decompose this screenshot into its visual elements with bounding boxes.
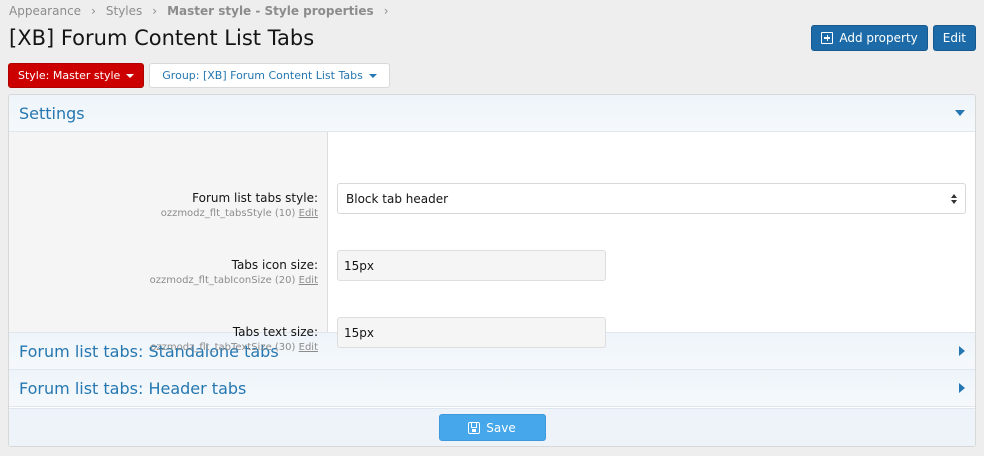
labels-column: Forum list tabs style: ozzmodz_flt_tabsS…: [9, 132, 328, 353]
hint-text: ozzmodz_flt_tabIconSize (20): [149, 275, 296, 286]
section-settings-title: Settings: [19, 103, 85, 123]
chevron-right-icon: ›: [383, 4, 389, 18]
row-label-text-size: Tabs text size: ozzmodz_flt_tabTextSize …: [150, 325, 318, 353]
row-label-tabs-style: Forum list tabs style: ozzmodz_flt_tabsS…: [161, 191, 318, 219]
edit-button[interactable]: Edit: [932, 25, 976, 51]
group-selector-button[interactable]: Group: [XB] Forum Content List Tabs: [149, 63, 390, 88]
chevron-right-icon: ›: [152, 4, 158, 18]
properties-panel: Settings Forum list tabs style: ozzmodz_…: [8, 94, 976, 447]
label-icon-size: Tabs icon size:: [231, 258, 318, 272]
save-button[interactable]: Save: [438, 414, 546, 441]
group-selector-label: Group: [XB] Forum Content List Tabs: [162, 69, 363, 82]
caret-down-icon: [368, 73, 377, 78]
breadcrumb-appearance[interactable]: Appearance: [9, 4, 81, 18]
add-property-label: Add property: [839, 31, 918, 45]
section-settings-header[interactable]: Settings: [9, 95, 975, 132]
label-text-size: Tabs text size:: [232, 325, 318, 339]
collapse-icon: [955, 110, 965, 116]
inputs-column: Block tab header 15px 15px: [328, 132, 975, 348]
add-property-button[interactable]: Add property: [811, 25, 928, 51]
submit-row: Save: [9, 408, 975, 446]
tabs-icon-size-input[interactable]: 15px: [337, 250, 606, 281]
hint-icon-size: ozzmodz_flt_tabIconSize (20) Edit: [150, 275, 318, 286]
section-header-tabs-header[interactable]: Forum list tabs: Header tabs: [9, 370, 975, 407]
edit-link-icon-size[interactable]: Edit: [299, 275, 318, 286]
hint-text: ozzmodz_flt_tabsStyle (10): [160, 208, 296, 219]
style-selector-button[interactable]: Style: Master style: [8, 63, 145, 88]
filters: Style: Master style Group: [XB] Forum Co…: [8, 63, 390, 88]
expand-icon: [959, 383, 965, 393]
label-tabs-style: Forum list tabs style:: [192, 191, 318, 205]
top-actions: Add property Edit: [811, 25, 976, 51]
hint-text: ozzmodz_flt_tabTextSize (30): [150, 342, 296, 353]
breadcrumb-styles[interactable]: Styles: [106, 4, 142, 18]
expand-icon: [959, 346, 965, 356]
breadcrumb-style-properties[interactable]: Master style - Style properties: [167, 4, 374, 18]
style-selector-label: Style: Master style: [18, 69, 121, 82]
hint-text-size: ozzmodz_flt_tabTextSize (30) Edit: [150, 342, 318, 353]
save-label: Save: [486, 420, 516, 435]
select-arrows-icon: [951, 193, 957, 204]
save-icon: [468, 421, 481, 434]
edit-link-text-size[interactable]: Edit: [299, 342, 318, 353]
chevron-right-icon: ›: [91, 4, 96, 18]
edit-link-tabs-style[interactable]: Edit: [299, 208, 318, 219]
settings-body: Forum list tabs style: ozzmodz_flt_tabsS…: [9, 132, 975, 353]
edit-label: Edit: [942, 31, 966, 45]
section-header-tabs-title: Forum list tabs: Header tabs: [19, 378, 247, 398]
breadcrumb: Appearance › Styles › Master style - Sty…: [9, 4, 399, 18]
tabs-text-size-input[interactable]: 15px: [337, 317, 606, 348]
caret-down-icon: [126, 73, 135, 78]
page-title: [XB] Forum Content List Tabs: [9, 26, 315, 50]
plus-square-icon: [821, 32, 834, 44]
hint-tabs-style: ozzmodz_flt_tabsStyle (10) Edit: [161, 208, 318, 219]
tabs-style-select[interactable]: Block tab header: [337, 183, 966, 214]
tabs-style-value: Block tab header: [346, 191, 449, 206]
row-label-icon-size: Tabs icon size: ozzmodz_flt_tabIconSize …: [150, 258, 318, 286]
